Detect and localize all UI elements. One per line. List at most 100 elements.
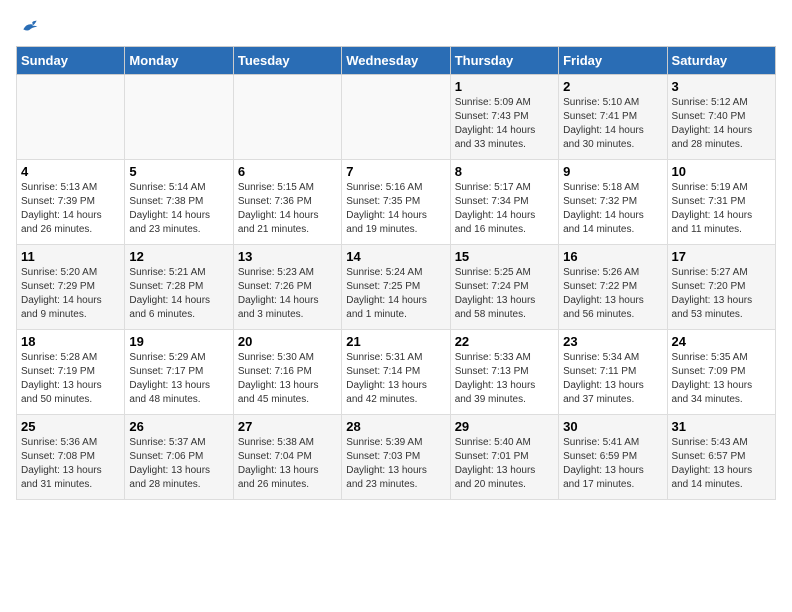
daylight-text: Daylight: 14 hours and 26 minutes.	[21, 210, 102, 235]
sunset-text: Sunset: 7:24 PM	[455, 281, 529, 292]
daylight-text: Daylight: 13 hours and 56 minutes.	[563, 295, 644, 320]
day-number: 10	[672, 164, 771, 179]
daylight-text: Daylight: 13 hours and 58 minutes.	[455, 295, 536, 320]
day-info: Sunrise: 5:28 AM Sunset: 7:19 PM Dayligh…	[21, 351, 120, 407]
sunset-text: Sunset: 7:20 PM	[672, 281, 746, 292]
day-number: 9	[563, 164, 662, 179]
calendar-cell: 6 Sunrise: 5:15 AM Sunset: 7:36 PM Dayli…	[233, 160, 341, 245]
daylight-text: Daylight: 14 hours and 3 minutes.	[238, 295, 319, 320]
day-number: 28	[346, 419, 445, 434]
day-number: 2	[563, 79, 662, 94]
day-number: 25	[21, 419, 120, 434]
daylight-text: Daylight: 13 hours and 23 minutes.	[346, 465, 427, 490]
day-number: 12	[129, 249, 228, 264]
daylight-text: Daylight: 14 hours and 21 minutes.	[238, 210, 319, 235]
sunset-text: Sunset: 7:16 PM	[238, 366, 312, 377]
sunset-text: Sunset: 7:40 PM	[672, 111, 746, 122]
daylight-text: Daylight: 14 hours and 11 minutes.	[672, 210, 753, 235]
calendar-cell: 18 Sunrise: 5:28 AM Sunset: 7:19 PM Dayl…	[17, 330, 125, 415]
sunrise-text: Sunrise: 5:14 AM	[129, 182, 205, 193]
sunrise-text: Sunrise: 5:36 AM	[21, 437, 97, 448]
sunset-text: Sunset: 7:19 PM	[21, 366, 95, 377]
sunrise-text: Sunrise: 5:17 AM	[455, 182, 531, 193]
day-info: Sunrise: 5:29 AM Sunset: 7:17 PM Dayligh…	[129, 351, 228, 407]
day-info: Sunrise: 5:34 AM Sunset: 7:11 PM Dayligh…	[563, 351, 662, 407]
sunset-text: Sunset: 7:22 PM	[563, 281, 637, 292]
calendar-cell: 19 Sunrise: 5:29 AM Sunset: 7:17 PM Dayl…	[125, 330, 233, 415]
sunrise-text: Sunrise: 5:31 AM	[346, 352, 422, 363]
daylight-text: Daylight: 14 hours and 1 minute.	[346, 295, 427, 320]
sunset-text: Sunset: 7:29 PM	[21, 281, 95, 292]
daylight-text: Daylight: 13 hours and 31 minutes.	[21, 465, 102, 490]
day-number: 16	[563, 249, 662, 264]
weekday-header-wednesday: Wednesday	[342, 47, 450, 75]
sunrise-text: Sunrise: 5:21 AM	[129, 267, 205, 278]
sunrise-text: Sunrise: 5:37 AM	[129, 437, 205, 448]
day-info: Sunrise: 5:33 AM Sunset: 7:13 PM Dayligh…	[455, 351, 554, 407]
sunset-text: Sunset: 7:31 PM	[672, 196, 746, 207]
calendar-cell: 17 Sunrise: 5:27 AM Sunset: 7:20 PM Dayl…	[667, 245, 775, 330]
daylight-text: Daylight: 14 hours and 16 minutes.	[455, 210, 536, 235]
calendar-cell: 21 Sunrise: 5:31 AM Sunset: 7:14 PM Dayl…	[342, 330, 450, 415]
calendar-cell: 9 Sunrise: 5:18 AM Sunset: 7:32 PM Dayli…	[559, 160, 667, 245]
daylight-text: Daylight: 13 hours and 45 minutes.	[238, 380, 319, 405]
weekday-header-saturday: Saturday	[667, 47, 775, 75]
calendar-cell: 5 Sunrise: 5:14 AM Sunset: 7:38 PM Dayli…	[125, 160, 233, 245]
daylight-text: Daylight: 13 hours and 28 minutes.	[129, 465, 210, 490]
weekday-header-sunday: Sunday	[17, 47, 125, 75]
calendar-cell: 14 Sunrise: 5:24 AM Sunset: 7:25 PM Dayl…	[342, 245, 450, 330]
sunset-text: Sunset: 7:26 PM	[238, 281, 312, 292]
calendar-cell	[233, 75, 341, 160]
sunrise-text: Sunrise: 5:33 AM	[455, 352, 531, 363]
sunset-text: Sunset: 6:59 PM	[563, 451, 637, 462]
calendar-cell: 26 Sunrise: 5:37 AM Sunset: 7:06 PM Dayl…	[125, 415, 233, 500]
day-number: 1	[455, 79, 554, 94]
sunrise-text: Sunrise: 5:27 AM	[672, 267, 748, 278]
day-number: 26	[129, 419, 228, 434]
day-info: Sunrise: 5:13 AM Sunset: 7:39 PM Dayligh…	[21, 181, 120, 237]
sunrise-text: Sunrise: 5:40 AM	[455, 437, 531, 448]
logo	[16, 16, 42, 36]
day-number: 15	[455, 249, 554, 264]
calendar-cell: 31 Sunrise: 5:43 AM Sunset: 6:57 PM Dayl…	[667, 415, 775, 500]
sunrise-text: Sunrise: 5:35 AM	[672, 352, 748, 363]
calendar-cell: 13 Sunrise: 5:23 AM Sunset: 7:26 PM Dayl…	[233, 245, 341, 330]
day-number: 13	[238, 249, 337, 264]
day-number: 3	[672, 79, 771, 94]
day-info: Sunrise: 5:12 AM Sunset: 7:40 PM Dayligh…	[672, 96, 771, 152]
sunrise-text: Sunrise: 5:10 AM	[563, 97, 639, 108]
weekday-header-friday: Friday	[559, 47, 667, 75]
sunrise-text: Sunrise: 5:34 AM	[563, 352, 639, 363]
calendar-cell: 23 Sunrise: 5:34 AM Sunset: 7:11 PM Dayl…	[559, 330, 667, 415]
sunset-text: Sunset: 7:08 PM	[21, 451, 95, 462]
sunrise-text: Sunrise: 5:16 AM	[346, 182, 422, 193]
sunset-text: Sunset: 7:17 PM	[129, 366, 203, 377]
sunrise-text: Sunrise: 5:19 AM	[672, 182, 748, 193]
calendar-cell: 16 Sunrise: 5:26 AM Sunset: 7:22 PM Dayl…	[559, 245, 667, 330]
day-info: Sunrise: 5:30 AM Sunset: 7:16 PM Dayligh…	[238, 351, 337, 407]
day-number: 18	[21, 334, 120, 349]
calendar-week-2: 4 Sunrise: 5:13 AM Sunset: 7:39 PM Dayli…	[17, 160, 776, 245]
day-info: Sunrise: 5:26 AM Sunset: 7:22 PM Dayligh…	[563, 266, 662, 322]
day-info: Sunrise: 5:31 AM Sunset: 7:14 PM Dayligh…	[346, 351, 445, 407]
daylight-text: Daylight: 14 hours and 6 minutes.	[129, 295, 210, 320]
day-info: Sunrise: 5:25 AM Sunset: 7:24 PM Dayligh…	[455, 266, 554, 322]
day-info: Sunrise: 5:43 AM Sunset: 6:57 PM Dayligh…	[672, 436, 771, 492]
calendar-cell: 12 Sunrise: 5:21 AM Sunset: 7:28 PM Dayl…	[125, 245, 233, 330]
day-number: 19	[129, 334, 228, 349]
weekday-header-thursday: Thursday	[450, 47, 558, 75]
daylight-text: Daylight: 14 hours and 23 minutes.	[129, 210, 210, 235]
sunset-text: Sunset: 7:36 PM	[238, 196, 312, 207]
day-number: 24	[672, 334, 771, 349]
sunrise-text: Sunrise: 5:26 AM	[563, 267, 639, 278]
sunset-text: Sunset: 7:06 PM	[129, 451, 203, 462]
daylight-text: Daylight: 14 hours and 28 minutes.	[672, 125, 753, 150]
sunrise-text: Sunrise: 5:39 AM	[346, 437, 422, 448]
day-number: 14	[346, 249, 445, 264]
day-info: Sunrise: 5:10 AM Sunset: 7:41 PM Dayligh…	[563, 96, 662, 152]
calendar-week-1: 1 Sunrise: 5:09 AM Sunset: 7:43 PM Dayli…	[17, 75, 776, 160]
daylight-text: Daylight: 13 hours and 14 minutes.	[672, 465, 753, 490]
day-info: Sunrise: 5:41 AM Sunset: 6:59 PM Dayligh…	[563, 436, 662, 492]
sunrise-text: Sunrise: 5:09 AM	[455, 97, 531, 108]
calendar-cell: 24 Sunrise: 5:35 AM Sunset: 7:09 PM Dayl…	[667, 330, 775, 415]
